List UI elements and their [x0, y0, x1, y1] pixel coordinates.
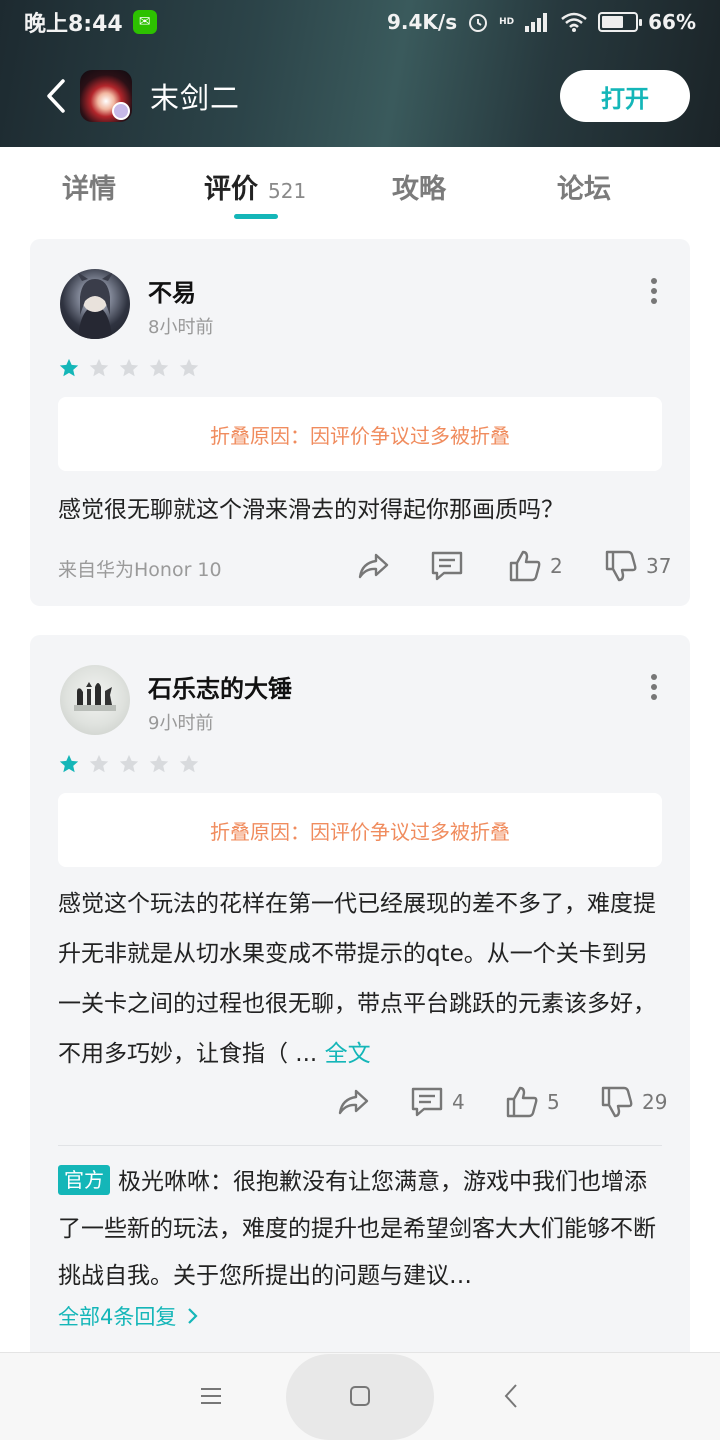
share-button[interactable]: [356, 549, 390, 583]
like-button[interactable]: 5: [505, 1085, 560, 1119]
back-icon[interactable]: [38, 72, 74, 120]
tab-details[interactable]: 详情: [62, 167, 116, 206]
net-speed: 9.4K/s: [386, 10, 458, 34]
star-icon: [149, 754, 169, 773]
review-text[interactable]: 感觉这个玩法的花样在第一代已经展现的差不多了，难度提升无非就是从切水果变成不带提…: [58, 879, 668, 1079]
dislike-button[interactable]: 37: [604, 549, 671, 583]
system-back-icon[interactable]: [491, 1376, 531, 1416]
star-icon: [179, 754, 199, 773]
tab-label: 评价: [204, 174, 258, 205]
share-icon: [358, 553, 389, 579]
star-icon: [89, 358, 109, 377]
app-header: 晚上8:44 ✉ 9.4K/s HD 66% 末剑二 打开: [0, 0, 720, 147]
avatar[interactable]: [60, 269, 130, 339]
comment-button[interactable]: 4: [410, 1085, 465, 1119]
star-icon: [59, 358, 79, 377]
more-options-icon[interactable]: [650, 673, 658, 701]
star-icon: [119, 358, 139, 377]
fold-reason-box: 折叠原因：因评价争议过多被折叠: [58, 793, 662, 867]
fold-reason: 折叠原因：因评价争议过多被折叠: [210, 819, 510, 844]
battery-icon: [598, 12, 643, 32]
username[interactable]: 石乐志的大锤: [148, 669, 292, 704]
review-time: 9小时前: [148, 713, 214, 734]
app-title: 末剑二: [150, 81, 241, 115]
comment-button[interactable]: [430, 549, 464, 583]
star-icon: [119, 754, 139, 773]
review-time: 8小时前: [148, 317, 214, 338]
tab-guides[interactable]: 攻略: [392, 167, 446, 206]
thumbs-up-icon: [506, 1086, 538, 1118]
all-replies-label: 全部4条回复: [58, 1305, 177, 1329]
battery-percent: 66%: [648, 10, 696, 34]
tab-bar: 详情 评价 521 攻略 论坛: [0, 147, 720, 225]
like-button[interactable]: 2: [508, 549, 563, 583]
chevron-right-icon: [188, 1308, 198, 1324]
status-right: 9.4K/s HD 66%: [387, 10, 696, 34]
dislike-count: 29: [642, 1090, 668, 1114]
fold-reason-box: 折叠原因：因评价争议过多被折叠: [58, 397, 662, 471]
dislike-button[interactable]: 29: [600, 1085, 667, 1119]
home-icon[interactable]: [340, 1376, 380, 1416]
app-screen: 晚上8:44 ✉ 9.4K/s HD 66% 末剑二 打开 详情 评价 521 …: [0, 0, 720, 1440]
fold-reason: 折叠原因：因评价争议过多被折叠: [210, 423, 510, 448]
share-button[interactable]: [336, 1085, 370, 1119]
wifi-icon: [561, 12, 587, 32]
battery-level: [602, 16, 624, 28]
star-icon: [179, 358, 199, 377]
thumbs-up-icon: [509, 550, 541, 582]
review-text[interactable]: 感觉很无聊就这个滑来滑去的对得起你那画质吗？: [58, 485, 668, 535]
title-bar: 末剑二 打开: [0, 60, 720, 132]
tab-forum[interactable]: 论坛: [557, 167, 611, 206]
star-rating: [58, 753, 200, 775]
alarm-icon: [469, 14, 488, 32]
review-card[interactable]: 不易 8小时前 折叠原因：因评价争议过多被折叠 感觉很无聊就这个滑来滑去的对得起…: [30, 239, 690, 606]
more-options-icon[interactable]: [650, 277, 658, 305]
app-icon[interactable]: [80, 70, 132, 122]
comment-icon: [411, 1087, 443, 1117]
share-icon: [338, 1089, 369, 1115]
review-count: 521: [268, 179, 307, 203]
star-icon: [149, 358, 169, 377]
status-bar: 晚上8:44 ✉ 9.4K/s HD 66%: [0, 0, 720, 44]
thumbs-down-icon: [605, 550, 637, 582]
avatar[interactable]: [60, 665, 130, 735]
review-card[interactable]: 石乐志的大锤 9小时前 折叠原因：因评价争议过多被折叠 感觉这个玩法的花样在第一…: [30, 635, 690, 1365]
wechat-icon: ✉: [132, 10, 157, 34]
thumbs-down-icon: [601, 1086, 633, 1118]
tab-reviews[interactable]: 评价 521: [204, 167, 306, 206]
reply-count: 4: [452, 1090, 465, 1114]
like-count: 5: [547, 1090, 560, 1114]
official-badge: 官方: [58, 1165, 110, 1195]
tab-label: 论坛: [557, 174, 611, 205]
dislike-count: 37: [646, 554, 672, 578]
status-time: 晚上8:44: [24, 12, 123, 37]
all-replies-link[interactable]: 全部4条回复: [58, 1301, 199, 1331]
menu-icon[interactable]: [191, 1376, 231, 1416]
comment-icon: [431, 551, 463, 581]
status-left: 晚上8:44 ✉: [24, 6, 157, 38]
network-type-label: HD: [499, 16, 515, 27]
star-icon: [59, 754, 79, 773]
like-count: 2: [550, 554, 563, 578]
divider: [58, 1145, 662, 1146]
active-tab-indicator: [234, 214, 278, 219]
tab-label: 攻略: [392, 174, 446, 205]
star-rating: [58, 357, 200, 379]
tab-label: 详情: [62, 174, 116, 205]
username[interactable]: 不易: [148, 273, 196, 308]
full-text-link[interactable]: 全文: [325, 1041, 371, 1067]
official-reply[interactable]: 官方 极光咻咻：很抱歉没有让您满意，游戏中我们也增添了一些新的玩法，难度的提升也是…: [58, 1159, 668, 1300]
open-button[interactable]: 打开: [560, 70, 690, 122]
star-icon: [89, 754, 109, 773]
official-reply-text: 极光咻咻：很抱歉没有让您满意，游戏中我们也增添了一些新的玩法，难度的提升也是希望…: [58, 1169, 656, 1289]
signal-icon: [525, 13, 548, 32]
device-info: 来自华为Honor 10: [58, 559, 222, 581]
